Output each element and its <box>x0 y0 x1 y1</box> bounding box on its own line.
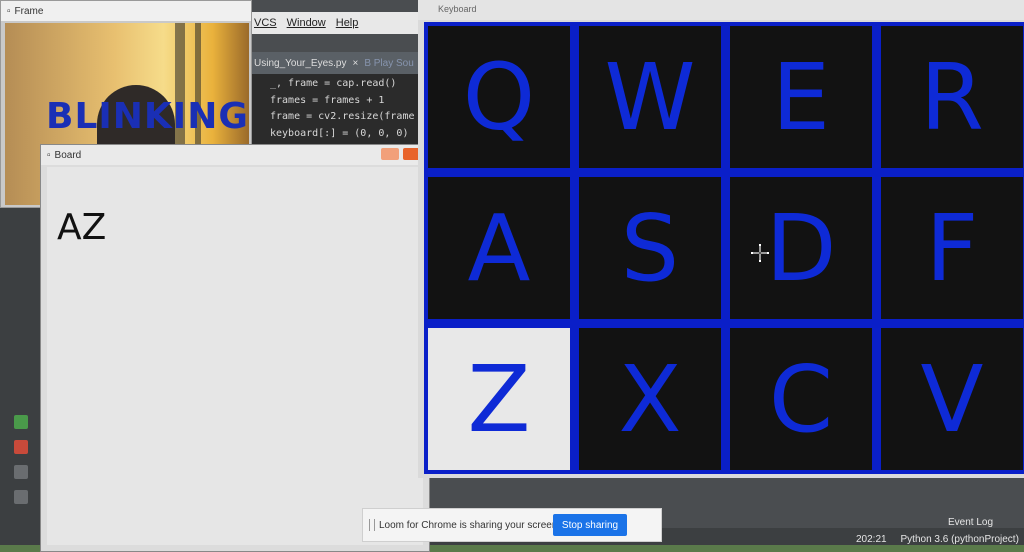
stop-icon[interactable] <box>14 440 28 454</box>
board-canvas: AZ <box>47 167 423 545</box>
code-line: keyboard[:] = (0, 0, 0) <box>270 127 409 139</box>
menu-help[interactable]: Help <box>336 17 359 29</box>
board-title: Board <box>54 149 82 161</box>
favorites-icon[interactable] <box>14 490 28 504</box>
keyboard-window: Keyboard QWERASDFZXCV <box>418 0 1024 478</box>
minimize-button[interactable] <box>381 148 399 160</box>
key-w[interactable]: W <box>579 26 721 168</box>
board-titlebar[interactable]: ▫ Board <box>41 145 429 165</box>
code-editor[interactable]: _, frame = cap.read() frames = frames + 1… <box>250 74 420 154</box>
close-icon[interactable]: × <box>352 58 358 69</box>
typed-text: AZ <box>57 207 107 248</box>
key-r[interactable]: R <box>881 26 1023 168</box>
run-icon[interactable] <box>14 415 28 429</box>
key-f[interactable]: F <box>881 177 1023 319</box>
key-q[interactable]: Q <box>428 26 570 168</box>
drag-handle-icon[interactable] <box>369 519 375 531</box>
menu-window[interactable]: Window <box>287 17 326 29</box>
event-log-button[interactable]: Event Log <box>948 517 993 528</box>
key-v[interactable]: V <box>881 328 1023 470</box>
key-e[interactable]: E <box>730 26 872 168</box>
code-line: _, frame = cap.read() <box>270 78 397 89</box>
keyboard-titlebar[interactable]: Keyboard <box>418 0 1024 20</box>
cursor-position[interactable]: 202:21 <box>856 534 887 545</box>
window-icon: ▫ <box>7 5 11 17</box>
status-info: 202:21 Python 3.6 (pythonProject) <box>856 534 1019 545</box>
ide-editor-tabs: Using_Your_Eyes.py × B Play Sou <box>250 52 420 74</box>
sharing-message: Loom for Chrome is sharing your screen. <box>379 519 561 531</box>
board-window: ▫ Board AZ <box>40 144 430 552</box>
key-a[interactable]: A <box>428 177 570 319</box>
structure-icon[interactable] <box>14 465 28 479</box>
window-icon: ▫ <box>47 149 51 161</box>
frame-titlebar[interactable]: ▫ Frame <box>1 1 251 21</box>
tab-using-your-eyes[interactable]: Using_Your_Eyes.py <box>254 58 346 69</box>
loom-sharing-bar: Loom for Chrome is sharing your screen. … <box>362 508 662 542</box>
key-z[interactable]: Z <box>428 328 570 470</box>
key-x[interactable]: X <box>579 328 721 470</box>
key-s[interactable]: S <box>579 177 721 319</box>
stop-sharing-button[interactable]: Stop sharing <box>553 514 627 536</box>
menu-vcs[interactable]: VCS <box>254 17 277 29</box>
keyboard-grid: QWERASDFZXCV <box>424 22 1024 474</box>
python-interpreter[interactable]: Python 3.6 (pythonProject) <box>901 534 1019 545</box>
ide-menubar: VCS Window Help <box>250 12 420 34</box>
key-c[interactable]: C <box>730 328 872 470</box>
tab-play-sound[interactable]: B Play Sou <box>364 58 413 69</box>
ide-tool-window-bar <box>0 200 42 552</box>
code-line: frame = cv2.resize(frame <box>270 111 415 122</box>
blinking-label: BLINKING <box>46 96 249 137</box>
crosshair-cursor-icon <box>751 244 769 262</box>
frame-title: Frame <box>14 5 44 17</box>
code-line: frames = frames + 1 <box>270 94 385 106</box>
